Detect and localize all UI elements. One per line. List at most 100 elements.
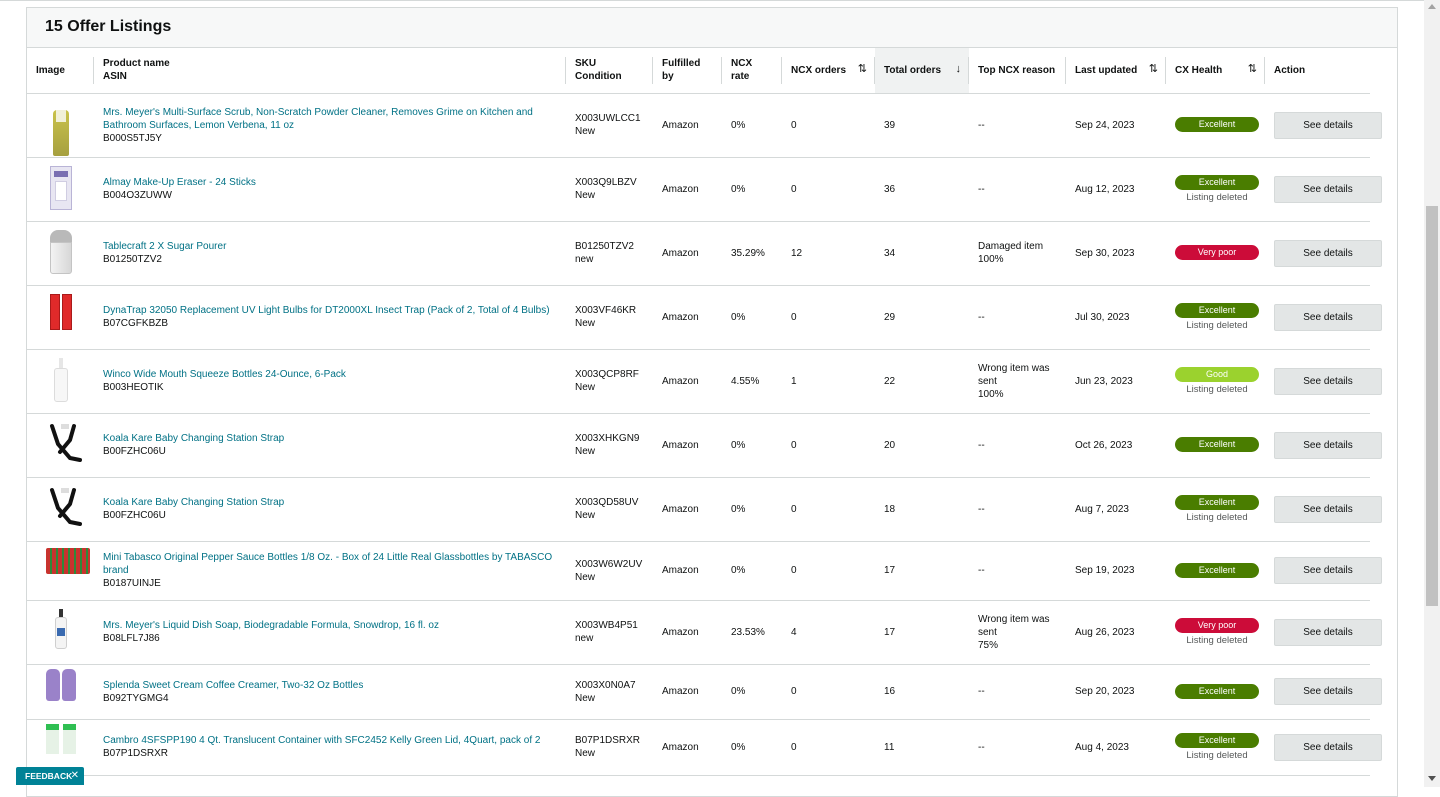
- last-updated-value: Sep 30, 2023: [1066, 221, 1166, 286]
- product-cell: DynaTrap 32050 Replacement UV Light Bulb…: [94, 285, 566, 350]
- status-badge: Excellent: [1175, 683, 1259, 699]
- listing-status-text: Listing deleted: [1186, 383, 1248, 395]
- col-fulfilled-by: Fulfilled by: [653, 48, 722, 94]
- sku-cell: B07P1DSRXR New: [566, 719, 653, 776]
- ncx-orders-value: 0: [782, 93, 875, 158]
- cx-health-cell: Excellent: [1166, 93, 1265, 158]
- reason-text: --: [978, 741, 985, 753]
- ncx-orders-value: 0: [782, 664, 875, 720]
- reason-text: --: [978, 503, 985, 515]
- asin-value: B07P1DSRXR: [103, 748, 169, 759]
- see-details-button[interactable]: See details: [1274, 175, 1382, 203]
- container-product-icon[interactable]: [45, 724, 76, 770]
- close-icon[interactable]: ✕: [71, 767, 79, 785]
- product-name-link[interactable]: DynaTrap 32050 Replacement UV Light Bulb…: [103, 304, 557, 317]
- condition-value: new: [575, 633, 594, 644]
- action-cell: See details: [1265, 349, 1382, 414]
- uv-bulb-product-icon[interactable]: [46, 294, 76, 340]
- see-details-button[interactable]: See details: [1274, 678, 1382, 705]
- reason-text: --: [978, 183, 985, 195]
- fulfilled-by-value: Amazon: [653, 413, 722, 478]
- sku-cell: X003UWLCC1 New: [566, 93, 653, 158]
- product-cell: Tablecraft 2 X Sugar Pourer B01250TZV2: [94, 221, 566, 286]
- dish-soap-product-icon[interactable]: [46, 609, 76, 655]
- product-name-link[interactable]: Mrs. Meyer's Liquid Dish Soap, Biodegrad…: [103, 619, 557, 632]
- listing-status-text: Listing deleted: [1186, 319, 1248, 331]
- sku-cell: X003Q9LBZV New: [566, 157, 653, 222]
- fulfilled-by-value: Amazon: [653, 93, 722, 158]
- strap-product-icon[interactable]: [46, 422, 82, 468]
- see-details-button[interactable]: See details: [1274, 239, 1382, 267]
- last-updated-value: Jun 23, 2023: [1066, 349, 1166, 414]
- product-name-link[interactable]: Cambro 4SFSPP190 4 Qt. Translucent Conta…: [103, 734, 557, 747]
- see-details-button[interactable]: See details: [1274, 303, 1382, 331]
- top-ncx-reason-cell: --: [969, 477, 1066, 542]
- scrollbar-thumb[interactable]: [1426, 206, 1438, 606]
- action-cell: See details: [1265, 93, 1382, 158]
- table-row: Koala Kare Baby Changing Station Strap B0…: [27, 477, 1397, 542]
- product-name-link[interactable]: Mini Tabasco Original Pepper Sauce Bottl…: [103, 551, 557, 577]
- table-row: Mrs. Meyer's Multi-Surface Scrub, Non-Sc…: [27, 93, 1397, 158]
- spray-bottle-product-icon[interactable]: [46, 110, 76, 156]
- table-row: Mini Tabasco Original Pepper Sauce Bottl…: [27, 541, 1397, 601]
- col-total-orders[interactable]: Total orders ↓: [875, 48, 969, 94]
- sort-both-icon[interactable]: ⇅: [1149, 63, 1158, 76]
- cx-health-cell: Good Listing deleted: [1166, 349, 1265, 414]
- product-name-link[interactable]: Almay Make-Up Eraser - 24 Sticks: [103, 176, 557, 189]
- top-ncx-reason-cell: Damaged item 100%: [969, 221, 1066, 286]
- sku-value: X003W6W2UV: [575, 558, 643, 570]
- condition-value: New: [575, 748, 596, 759]
- see-details-button[interactable]: See details: [1274, 431, 1382, 459]
- product-name-link[interactable]: Mrs. Meyer's Multi-Surface Scrub, Non-Sc…: [103, 106, 557, 132]
- col-last-updated[interactable]: Last updated ⇅: [1066, 48, 1166, 94]
- cx-health-cell: Excellent: [1166, 664, 1265, 720]
- see-details-button[interactable]: See details: [1274, 495, 1382, 523]
- product-name-link[interactable]: Winco Wide Mouth Squeeze Bottles 24-Ounc…: [103, 368, 557, 381]
- sort-both-icon[interactable]: ⇅: [1248, 63, 1257, 76]
- last-updated-value: Sep 24, 2023: [1066, 93, 1166, 158]
- product-name-link[interactable]: Koala Kare Baby Changing Station Strap: [103, 496, 557, 509]
- product-image-cell: [27, 157, 94, 222]
- table-row: Koala Kare Baby Changing Station Strap B0…: [27, 413, 1397, 478]
- see-details-button[interactable]: See details: [1274, 618, 1382, 646]
- product-name-link[interactable]: Splenda Sweet Cream Coffee Creamer, Two-…: [103, 679, 557, 692]
- card-title: 15 Offer Listings: [27, 8, 1397, 48]
- col-ncx-orders[interactable]: NCX orders ⇅: [782, 48, 875, 94]
- see-details-button[interactable]: See details: [1274, 367, 1382, 395]
- sugar-pourer-product-icon[interactable]: [46, 230, 76, 276]
- sauce-bottles-product-icon[interactable]: [45, 547, 90, 594]
- sku-cell: X003X0N0A7 New: [566, 664, 653, 720]
- sort-both-icon[interactable]: ⇅: [858, 63, 867, 76]
- col-cx-health[interactable]: CX Health ⇅: [1166, 48, 1265, 94]
- sku-value: X003Q9LBZV: [575, 177, 637, 188]
- scroll-up-arrow-icon[interactable]: [1428, 4, 1436, 9]
- status-badge: Excellent: [1175, 302, 1259, 318]
- sort-down-arrow-icon[interactable]: ↓: [956, 63, 962, 76]
- last-updated-value: Aug 12, 2023: [1066, 157, 1166, 222]
- strap-product-icon[interactable]: [46, 486, 82, 532]
- product-image-cell: [27, 600, 94, 665]
- creamer-bottles-product-icon[interactable]: [45, 668, 76, 715]
- see-details-button[interactable]: See details: [1274, 557, 1382, 584]
- see-details-button[interactable]: See details: [1274, 111, 1382, 139]
- vertical-scrollbar[interactable]: [1424, 0, 1440, 787]
- total-orders-value: 36: [875, 157, 969, 222]
- status-badge: Excellent: [1175, 562, 1259, 578]
- product-cell: Cambro 4SFSPP190 4 Qt. Translucent Conta…: [94, 719, 566, 776]
- top-ncx-reason-cell: Wrong item was sent 100%: [969, 349, 1066, 414]
- fulfilled-by-value: Amazon: [653, 349, 722, 414]
- top-ncx-reason-cell: --: [969, 541, 1066, 601]
- product-cell: Koala Kare Baby Changing Station Strap B0…: [94, 477, 566, 542]
- feedback-button[interactable]: FEEDBACK ✕: [16, 767, 84, 785]
- see-details-button[interactable]: See details: [1274, 733, 1382, 761]
- ncx-orders-value: 0: [782, 541, 875, 601]
- product-name-link[interactable]: Tablecraft 2 X Sugar Pourer: [103, 240, 557, 253]
- squeeze-bottle-product-icon[interactable]: [46, 358, 76, 404]
- makeup-eraser-product-icon[interactable]: [46, 166, 76, 212]
- reason-text: --: [978, 439, 985, 451]
- product-name-link[interactable]: Koala Kare Baby Changing Station Strap: [103, 432, 557, 445]
- product-image-cell: [27, 477, 94, 542]
- asin-value: B092TYGMG4: [103, 692, 169, 704]
- scroll-down-arrow-icon[interactable]: [1428, 776, 1436, 781]
- sku-cell: X003QCP8RF New: [566, 349, 653, 414]
